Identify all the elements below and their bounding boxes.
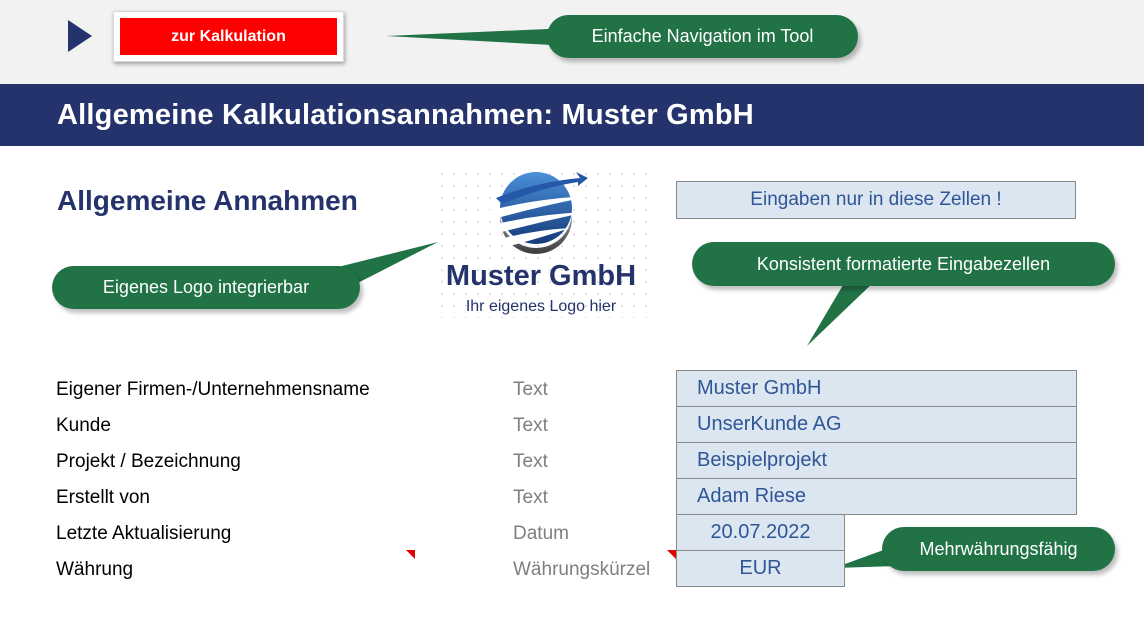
comment-indicator-icon[interactable] [406, 550, 415, 559]
logo-callout: Eigenes Logo integrierbar [52, 266, 360, 309]
type-letzte-aktualisierung: Datum [513, 523, 569, 544]
type-kunde: Text [513, 415, 548, 436]
currency-callout: Mehrwährungsfähig [882, 527, 1115, 571]
label-projekt: Projekt / Bezeichnung [56, 451, 241, 472]
type-projekt: Text [513, 451, 548, 472]
input-kunde[interactable]: UnserKunde AG [676, 406, 1077, 443]
cells-callout: Konsistent formatierte Eingabezellen [692, 242, 1115, 286]
comment-indicator-icon[interactable] [667, 550, 676, 559]
navigation-callout-pointer [386, 28, 570, 46]
input-firmenname[interactable]: Muster GmbH [676, 370, 1077, 407]
input-letzte-aktualisierung[interactable]: 20.07.2022 [676, 514, 845, 551]
type-firmenname: Text [513, 379, 548, 400]
label-firmenname: Eigener Firmen-/Unternehmensname [56, 379, 370, 400]
type-waehrung: Währungskürzel [513, 559, 651, 580]
label-letzte-aktualisierung: Letzte Aktualisierung [56, 523, 232, 544]
input-projekt[interactable]: Beispielprojekt [676, 442, 1077, 479]
label-erstellt-von: Erstellt von [56, 487, 150, 508]
label-kunde: Kunde [56, 415, 111, 436]
cells-callout-pointer [807, 280, 876, 346]
label-waehrung: Währung [56, 559, 134, 580]
type-erstellt-von: Text [513, 487, 548, 508]
navigation-callout: Einfache Navigation im Tool [547, 15, 858, 58]
input-waehrung[interactable]: EUR [676, 550, 845, 587]
input-erstellt-von[interactable]: Adam Riese [676, 478, 1077, 515]
